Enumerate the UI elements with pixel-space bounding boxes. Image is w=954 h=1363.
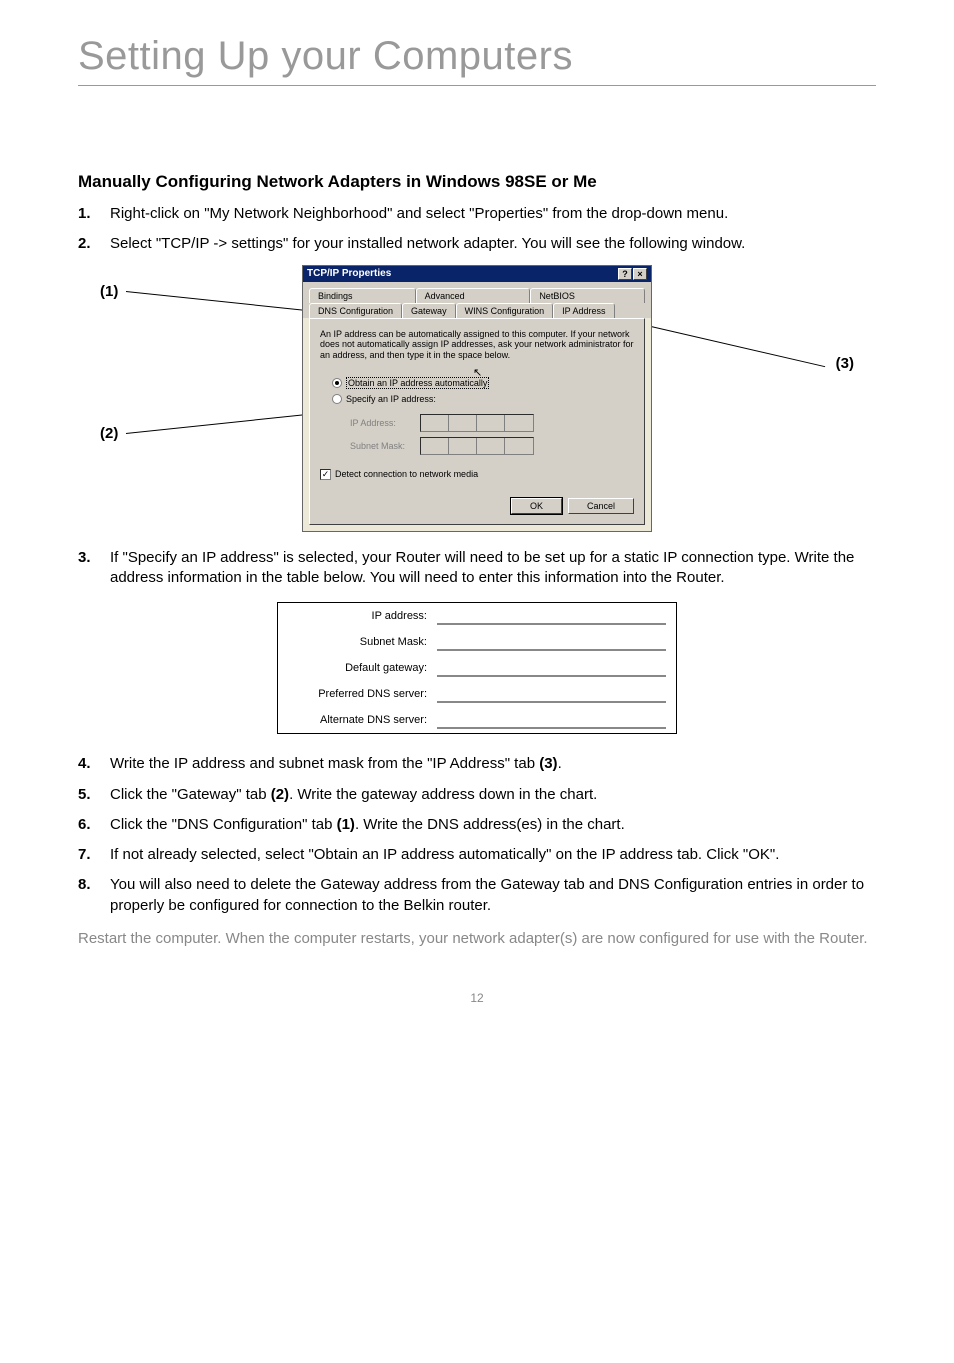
callout-line-2 (126, 412, 325, 434)
step-2: 2. Select "TCP/IP -> settings" for your … (78, 234, 876, 254)
row-pref-dns-label: Preferred DNS server: (278, 681, 433, 707)
ip-address-label: IP Address: (350, 418, 420, 428)
step-5-num: 5. (78, 785, 110, 805)
row-ip-value (437, 611, 666, 625)
step-7-num: 7. (78, 845, 110, 865)
tab-wins-config[interactable]: WINS Configuration (456, 303, 554, 318)
table-row: IP address: (278, 603, 676, 629)
tab-bindings[interactable]: Bindings (309, 288, 416, 303)
radio-obtain-auto[interactable]: Obtain an IP address automatically (332, 377, 634, 389)
callout-1: (1) (100, 283, 118, 300)
row-pref-dns-value (437, 689, 666, 703)
dialog-screenshot-block: (1) (2) (3) TCP/IP Properties ? × Bindin… (78, 265, 876, 532)
address-info-table: IP address: Subnet Mask: Default gateway… (277, 602, 677, 734)
step-7: 7. If not already selected, select "Obta… (78, 845, 876, 865)
radio-specify-label: Specify an IP address: (346, 394, 436, 404)
restart-text: Restart the computer. When the computer … (78, 928, 876, 949)
subnet-mask-input (420, 437, 534, 455)
step-5: 5. Click the "Gateway" tab (2). Write th… (78, 785, 876, 805)
checkbox-icon: ✓ (320, 469, 331, 480)
radio-obtain-label: Obtain an IP address automatically (346, 377, 489, 389)
tab-advanced[interactable]: Advanced (416, 288, 531, 303)
subnet-mask-label: Subnet Mask: (350, 441, 420, 451)
row-gateway-label: Default gateway: (278, 655, 433, 681)
table-row: Subnet Mask: (278, 629, 676, 655)
row-gateway-value (437, 663, 666, 677)
step-2-text: Select "TCP/IP -> settings" for your ins… (110, 234, 876, 254)
table-row: Preferred DNS server: (278, 681, 676, 707)
section-title: Manually Configuring Network Adapters in… (78, 172, 876, 192)
detect-connection-label: Detect connection to network media (335, 469, 478, 479)
callout-2: (2) (100, 425, 118, 442)
table-row: Alternate DNS server: (278, 707, 676, 733)
callout-line-3 (638, 323, 825, 367)
step-4-num: 4. (78, 754, 110, 774)
radio-icon (332, 378, 342, 388)
radio-icon (332, 394, 342, 404)
callout-line-1 (126, 291, 303, 311)
step-1: 1. Right-click on "My Network Neighborho… (78, 204, 876, 224)
detect-connection-checkbox[interactable]: ✓ Detect connection to network media (320, 469, 634, 480)
step-4-text: Write the IP address and subnet mask fro… (110, 754, 876, 774)
close-button[interactable]: × (633, 268, 647, 280)
step-2-num: 2. (78, 234, 110, 254)
row-subnet-label: Subnet Mask: (278, 629, 433, 655)
step-6: 6. Click the "DNS Configuration" tab (1)… (78, 815, 876, 835)
tab-dns-config[interactable]: DNS Configuration (309, 303, 402, 318)
step-7-text: If not already selected, select "Obtain … (110, 845, 876, 865)
dialog-title: TCP/IP Properties (307, 268, 391, 280)
title-rule (78, 85, 876, 86)
row-alt-dns-label: Alternate DNS server: (278, 707, 433, 733)
step-1-num: 1. (78, 204, 110, 224)
radio-specify[interactable]: Specify an IP address: (332, 394, 634, 404)
table-row: Default gateway: (278, 655, 676, 681)
callout-3: (3) (836, 355, 854, 372)
step-8: 8. You will also need to delete the Gate… (78, 875, 876, 916)
step-5-text: Click the "Gateway" tab (2). Write the g… (110, 785, 876, 805)
step-3-text: If "Specify an IP address" is selected, … (110, 548, 876, 589)
step-6-num: 6. (78, 815, 110, 835)
step-1-text: Right-click on "My Network Neighborhood"… (110, 204, 876, 224)
step-3: 3. If "Specify an IP address" is selecte… (78, 548, 876, 589)
tab-ip-address[interactable]: IP Address (553, 303, 614, 318)
step-8-text: You will also need to delete the Gateway… (110, 875, 876, 916)
tab-netbios[interactable]: NetBIOS (530, 288, 645, 303)
help-button[interactable]: ? (618, 268, 632, 280)
cursor-icon: ↖ (473, 366, 482, 379)
tab-gateway[interactable]: Gateway (402, 303, 456, 318)
step-3-num: 3. (78, 548, 110, 589)
cancel-button[interactable]: Cancel (568, 498, 634, 514)
tab-content: An IP address can be automatically assig… (309, 318, 645, 525)
tcpip-dialog: TCP/IP Properties ? × Bindings Advanced … (302, 265, 652, 532)
step-6-text: Click the "DNS Configuration" tab (1). W… (110, 815, 876, 835)
dialog-description: An IP address can be automatically assig… (320, 329, 634, 361)
step-8-num: 8. (78, 875, 110, 916)
page-title: Setting Up your Computers (78, 34, 876, 79)
page-number: 12 (78, 991, 876, 1005)
row-alt-dns-value (437, 715, 666, 729)
ok-button[interactable]: OK (511, 498, 562, 514)
row-subnet-value (437, 637, 666, 651)
step-4: 4. Write the IP address and subnet mask … (78, 754, 876, 774)
ip-address-input (420, 414, 534, 432)
dialog-titlebar: TCP/IP Properties ? × (303, 266, 651, 282)
row-ip-label: IP address: (278, 603, 433, 629)
